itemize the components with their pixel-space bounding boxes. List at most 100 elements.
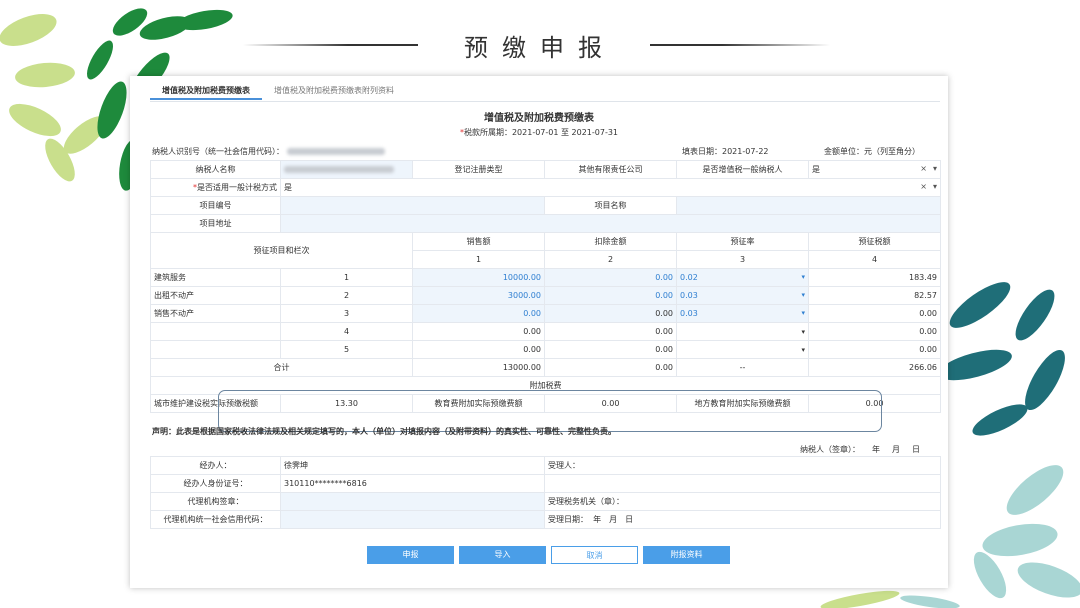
deduction-input[interactable]: 0.00 [544, 286, 677, 305]
rate-select[interactable]: ▾ [676, 340, 809, 359]
line-item-no: 5 [280, 340, 413, 359]
chevron-down-icon[interactable]: ▾ [801, 346, 805, 354]
reg-type-label: 登记注册类型 [412, 160, 545, 179]
table-row: 项目编号 项目名称 [150, 196, 941, 215]
deduction-input[interactable]: 0.00 [544, 268, 677, 287]
rate-select[interactable]: 0.02 ▾ [676, 268, 809, 287]
tax-period: *税款所属期：2021-07-01 至 2021-07-31 [130, 127, 948, 138]
chevron-down-icon[interactable]: ▾ [933, 164, 937, 173]
agency-seal-input[interactable] [280, 492, 545, 511]
project-no-input[interactable] [280, 196, 545, 215]
handler-id-label: 经办人身份证号： [150, 474, 281, 493]
amount-unit: 金额单位：元（列至角分） [824, 147, 920, 156]
acceptor-blank [544, 474, 941, 493]
table-row: 4 0.00 0.00 ▾ 0.00 [150, 322, 941, 341]
leaf-decoration-right [940, 282, 1080, 599]
tax-value: 0.00 [808, 304, 941, 323]
item-column-header: 预征项目和栏次 [150, 232, 413, 269]
sales-input[interactable]: 0.00 [412, 304, 545, 323]
form-title: 增值税及附加税费预缴表 [484, 113, 594, 124]
total-sales: 13000.00 [412, 358, 545, 377]
tax-value: 0.00 [808, 322, 941, 341]
fill-date-label: 填表日期： [682, 147, 722, 156]
deduction-input[interactable]: 0.00 [544, 304, 677, 323]
tab-prepayment-form[interactable]: 增值税及附加税费预缴表 [150, 84, 262, 100]
simple-method-label: *是否适用一般计税方式 [150, 178, 281, 197]
clear-icon[interactable]: × [920, 164, 927, 173]
taxpayer-signature: 纳税人（签章）： 年 月 日 [800, 444, 920, 455]
deduction-input[interactable]: 0.00 [544, 340, 677, 359]
agency-code-label: 代理机构统一社会信用代码： [150, 510, 281, 529]
sales-input[interactable]: 10000.00 [412, 268, 545, 287]
signature-month: 月 [892, 445, 900, 454]
sales-input[interactable]: 3000.00 [412, 286, 545, 305]
sales-header: 销售额 [412, 232, 545, 251]
tab-bar: 增值税及附加税费预缴表 增值税及附加税费预缴表附列资料 [150, 84, 406, 100]
line-item-no: 3 [280, 304, 413, 323]
line-item-name: 建筑服务 [150, 268, 281, 287]
cancel-button[interactable]: 取消 [551, 546, 638, 564]
handler-input[interactable]: 徐霁坤 [280, 456, 545, 475]
project-addr-label: 项目地址 [150, 214, 281, 233]
project-addr-input[interactable] [280, 214, 941, 233]
project-no-label: 项目编号 [150, 196, 281, 215]
chevron-down-icon[interactable]: ▾ [801, 309, 805, 317]
total-label: 合计 [150, 358, 413, 377]
line-item-name: 销售不动产 [150, 304, 281, 323]
handler-label: 经办人： [150, 456, 281, 475]
reg-type-value: 其他有限责任公司 [544, 160, 677, 179]
form-panel: 增值税及附加税费预缴表 增值税及附加税费预缴表附列资料 增值税及附加税费预缴表 … [130, 76, 948, 588]
attach-materials-button[interactable]: 附报资料 [643, 546, 730, 564]
table-row: 代理机构统一社会信用代码： 受理日期： 年 月 日 [150, 510, 941, 529]
clear-icon[interactable]: × [920, 182, 927, 191]
table-row: 经办人身份证号： 310110********6816 [150, 474, 941, 493]
chevron-down-icon[interactable]: ▾ [933, 182, 937, 191]
table-row: 出租不动产 2 3000.00 0.00 0.03 ▾ 82.57 [150, 286, 941, 305]
simple-method-label-text: 是否适用一般计税方式 [197, 183, 277, 192]
tab-prepayment-attachment[interactable]: 增值税及附加税费预缴表附列资料 [262, 84, 406, 100]
handler-id-input[interactable]: 310110********6816 [280, 474, 545, 493]
agency-seal-label: 代理机构签章： [150, 492, 281, 511]
rate-value: 0.03 [680, 309, 698, 318]
rate-select[interactable]: 0.03 ▾ [676, 304, 809, 323]
accept-date-label: 受理日期： [548, 515, 588, 524]
tax-value: 82.57 [808, 286, 941, 305]
project-name-input[interactable] [676, 196, 941, 215]
rate-value: 0.03 [680, 291, 698, 300]
general-taxpayer-select[interactable]: 是 ▾ × [808, 160, 941, 179]
line-item-name [150, 322, 281, 341]
taxpayer-name-field[interactable] [280, 160, 413, 179]
table-row: 建筑服务 1 10000.00 0.00 0.02 ▾ 183.49 [150, 268, 941, 287]
rate-header: 预征率 [676, 232, 809, 251]
tax-period-label: 税款所属期： [463, 128, 512, 137]
sales-input[interactable]: 0.00 [412, 340, 545, 359]
simple-method-select[interactable]: 是 ▾ × [280, 178, 941, 197]
submit-button[interactable]: 申报 [367, 546, 454, 564]
accept-date: 受理日期： 年 月 日 [544, 510, 941, 529]
deduction-input[interactable]: 0.00 [544, 322, 677, 341]
taxpayer-id-label: 纳税人识别号（统一社会信用代码）： [152, 147, 284, 156]
rate-value: 0.02 [680, 273, 698, 282]
taxpayer-id-redacted [286, 148, 385, 155]
chevron-down-icon[interactable]: ▾ [801, 291, 805, 299]
taxpayer-name-redacted [284, 166, 394, 173]
total-deduction: 0.00 [544, 358, 677, 377]
line-item-no: 4 [280, 322, 413, 341]
signature-label: 纳税人（签章）： [800, 445, 860, 454]
tax-value: 183.49 [808, 268, 941, 287]
col-number: 4 [808, 250, 941, 269]
rate-select[interactable]: ▾ [676, 322, 809, 341]
accept-date-value: 年 月 日 [593, 515, 634, 524]
rate-select[interactable]: 0.03 ▾ [676, 286, 809, 305]
import-button[interactable]: 导入 [459, 546, 546, 564]
simple-method-value: 是 [284, 183, 292, 192]
col-number: 3 [676, 250, 809, 269]
sales-input[interactable]: 0.00 [412, 322, 545, 341]
chevron-down-icon[interactable]: ▾ [801, 328, 805, 336]
chevron-down-icon[interactable]: ▾ [801, 273, 805, 281]
title-decoration-right [650, 44, 830, 46]
table-row: 5 0.00 0.00 ▾ 0.00 [150, 340, 941, 359]
tax-office-label: 受理税务机关（章）： [544, 492, 941, 511]
col-number: 2 [544, 250, 677, 269]
agency-code-input[interactable] [280, 510, 545, 529]
